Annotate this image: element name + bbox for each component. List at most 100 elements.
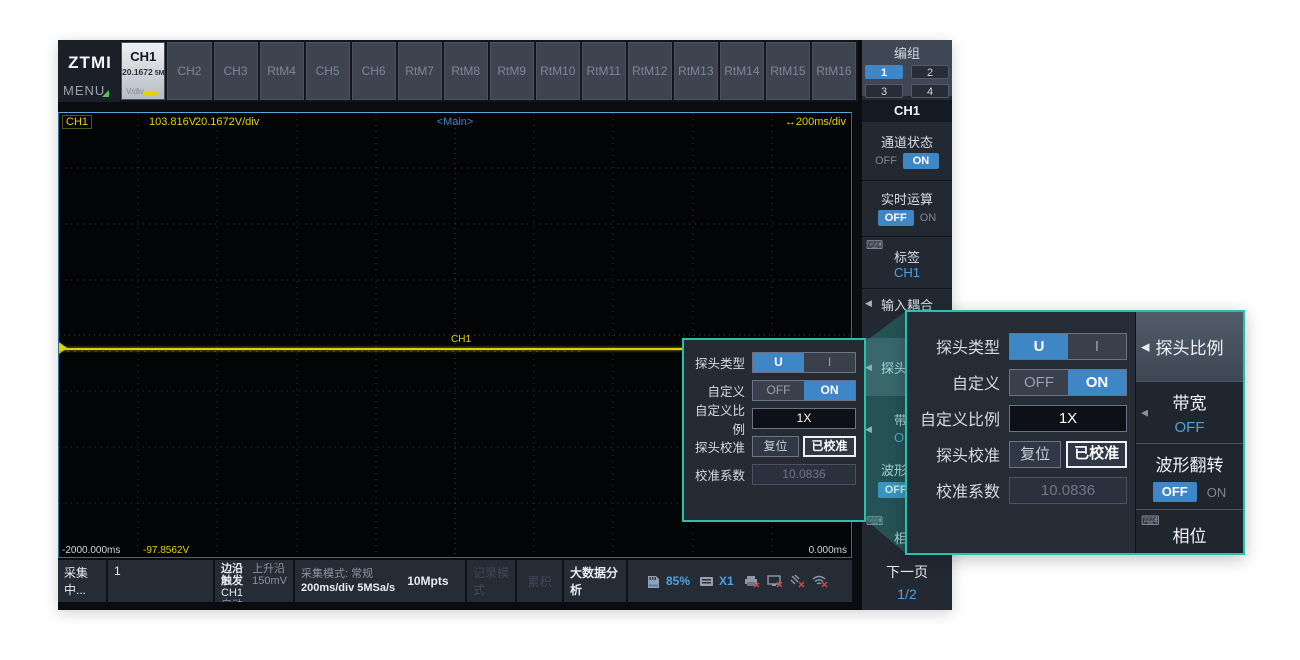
- invert-menu-item[interactable]: 波形翻转 OFF ON: [1136, 444, 1243, 510]
- trigger-edge: 上升沿: [252, 563, 287, 575]
- trigger-type: 边沿触发: [221, 563, 244, 587]
- probe-type-u[interactable]: U: [753, 353, 804, 372]
- satellite-disconnected-icon: [789, 574, 806, 588]
- group-panel: 编组 1 2 3 4: [862, 40, 952, 96]
- tab-rtm8[interactable]: RtM8: [444, 42, 488, 100]
- custom-on[interactable]: ON: [1068, 370, 1126, 395]
- custom-label: 自定义: [690, 381, 745, 400]
- trigger-level: 150mV: [252, 575, 287, 587]
- tab-rtm4[interactable]: RtM4: [260, 42, 304, 100]
- custom-ratio-input[interactable]: 1X: [1009, 405, 1127, 432]
- acq-mode-value: 常规: [351, 568, 373, 580]
- storage-percent: 85%: [666, 574, 690, 588]
- probe-type-segment: U I: [1009, 333, 1127, 360]
- printer-disconnected-icon: [743, 574, 761, 588]
- probe-cal-calibrated-button[interactable]: 已校准: [803, 436, 856, 457]
- device-frame: ZTMI MENU CH1 20.16725M V/div CH2 CH3 Rt…: [58, 40, 952, 610]
- magnified-callout: 探头类型 U I 自定义 OFF ON 自定义比例 1X 探头校准: [905, 310, 1245, 555]
- acq-timebase: 200ms/div: [301, 582, 354, 594]
- probe-ratio-menu-item[interactable]: ◀ 探头比例: [1136, 312, 1243, 382]
- tab-rtm11[interactable]: RtM11: [582, 42, 626, 100]
- acquisition-info[interactable]: 采集模式: 常规 200ms/div 5MSa/s 10Mpts: [295, 560, 465, 602]
- realtime-calc-label: 实时运算: [862, 189, 952, 208]
- custom-off[interactable]: OFF: [753, 381, 804, 400]
- sidebar-channel-header: CH1: [862, 100, 952, 122]
- channel-state-label: 通道状态: [862, 132, 952, 151]
- probe-type-label: 探头类型: [690, 353, 745, 372]
- tag-label[interactable]: 标签: [862, 247, 952, 266]
- cal-coef-input: 10.0836: [1009, 477, 1127, 504]
- tab-rtm16[interactable]: RtM16: [812, 42, 856, 100]
- menu-corner-icon: [102, 90, 109, 97]
- trace-label: CH1: [451, 334, 471, 345]
- status-bar: 采集中... 1 边沿触发 CH1 自动 上升沿 150mV 采集模式: 常规 …: [58, 560, 852, 602]
- wifi-disconnected-icon: [811, 574, 829, 588]
- custom-off[interactable]: OFF: [1010, 370, 1068, 395]
- voltage-left-readout: -97.8562V: [143, 545, 189, 556]
- system-icons: 85% X1: [628, 560, 852, 602]
- group-title: 编组: [862, 40, 952, 62]
- tab-ch2[interactable]: CH2: [167, 42, 211, 100]
- brand-logo: ZTMI: [63, 53, 117, 73]
- group-button-1[interactable]: 1: [865, 65, 903, 79]
- probe-cal-label: 探头校准: [913, 442, 1000, 466]
- tab-rtm12[interactable]: RtM12: [628, 42, 672, 100]
- probe-ratio-value: X1: [719, 574, 734, 588]
- scope-tdiv-readout: ↔200ms/div: [785, 116, 846, 128]
- menu-button[interactable]: MENU: [63, 83, 105, 98]
- acq-rate: 5MSa/s: [357, 582, 395, 594]
- probe-type-u[interactable]: U: [1010, 334, 1068, 359]
- custom-segment: OFF ON: [1009, 369, 1127, 396]
- tab-rtm10[interactable]: RtM10: [536, 42, 580, 100]
- group-button-4[interactable]: 4: [911, 84, 949, 98]
- realtime-calc-toggle[interactable]: OFF ON: [862, 210, 952, 226]
- tab-rtm7[interactable]: RtM7: [398, 42, 442, 100]
- magnified-menu-column: ◀ 探头比例 ◀ 带宽 OFF 波形翻转 OFF ON ⌨ 相位: [1135, 312, 1243, 553]
- time-left-readout: -2000.000ms: [62, 545, 120, 556]
- probe-settings-popup: 探头类型 U I 自定义 OFF ON 自定义比例 1X 探头校准 复位 已校准: [682, 338, 866, 522]
- acq-mode-label: 采集模式:: [301, 568, 348, 580]
- probe-type-i[interactable]: I: [804, 353, 855, 372]
- probe-type-i[interactable]: I: [1068, 334, 1126, 359]
- cal-coef-input: 10.0836: [752, 464, 856, 485]
- probe-settings-magnified: 探头类型 U I 自定义 OFF ON 自定义比例 1X 探头校准: [907, 312, 1135, 553]
- ch1-waveform-noise: [60, 351, 580, 352]
- tab-rtm14[interactable]: RtM14: [720, 42, 764, 100]
- probe-cal-calibrated-button[interactable]: 已校准: [1066, 441, 1127, 468]
- time-right-readout: 0.000ms: [809, 545, 847, 556]
- group-button-3[interactable]: 3: [865, 84, 903, 98]
- tab-ch6[interactable]: CH6: [352, 42, 396, 100]
- record-mode-button[interactable]: 记录模式: [467, 560, 515, 602]
- keyboard-icon: ⌨: [1141, 514, 1160, 529]
- custom-on[interactable]: ON: [804, 381, 855, 400]
- accumulate-button[interactable]: 累积: [517, 560, 562, 602]
- probe-cal-reset-button[interactable]: 复位: [752, 436, 799, 457]
- channel-tabs: CH1 20.16725M V/div CH2 CH3 RtM4 CH5 CH6…: [121, 42, 856, 100]
- probe-ratio-icon: [699, 575, 714, 588]
- acquire-count: 1: [108, 560, 213, 602]
- active-tab-indicator: [143, 92, 158, 95]
- chevron-left-icon: ◀: [1141, 340, 1149, 353]
- keyboard-icon: ⌨: [866, 514, 883, 528]
- bigdata-analysis-button[interactable]: 大数据分析: [564, 560, 626, 602]
- trigger-source: CH1: [221, 587, 244, 599]
- phase-menu-item[interactable]: ⌨ 相位: [1136, 510, 1243, 553]
- custom-label: 自定义: [913, 370, 1000, 394]
- tab-ch5[interactable]: CH5: [306, 42, 350, 100]
- custom-ratio-label: 自定义比例: [690, 400, 745, 438]
- trigger-info[interactable]: 边沿触发 CH1 自动 上升沿 150mV: [215, 560, 293, 602]
- next-page-button[interactable]: 下一页 1/2: [862, 562, 952, 602]
- tab-rtm9[interactable]: RtM9: [490, 42, 534, 100]
- tab-ch3[interactable]: CH3: [214, 42, 258, 100]
- custom-ratio-input[interactable]: 1X: [752, 408, 856, 429]
- channel-state-toggle[interactable]: OFF ON: [862, 153, 952, 169]
- group-button-2[interactable]: 2: [911, 65, 949, 79]
- tab-rtm15[interactable]: RtM15: [766, 42, 810, 100]
- bandwidth-menu-item[interactable]: ◀ 带宽 OFF: [1136, 382, 1243, 444]
- probe-cal-reset-button[interactable]: 复位: [1009, 441, 1061, 468]
- trigger-mode: 自动: [221, 599, 244, 602]
- tab-ch1[interactable]: CH1 20.16725M V/div: [121, 42, 165, 100]
- tab-rtm13[interactable]: RtM13: [674, 42, 718, 100]
- sd-card-icon: [646, 575, 661, 588]
- probe-type-segment: U I: [752, 352, 856, 373]
